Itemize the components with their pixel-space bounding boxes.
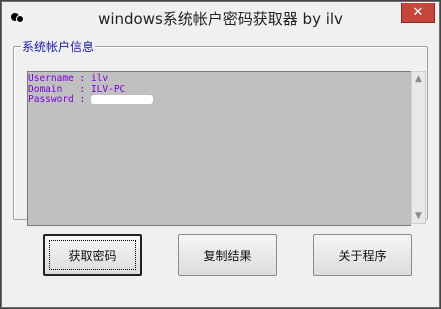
result-textarea[interactable]: Username : ilv Domain : ILV-PC Password …	[27, 71, 411, 226]
vertical-scrollbar[interactable]: ▲ ▼	[411, 71, 426, 224]
result-text: Username : ilv Domain : ILV-PC Password …	[28, 72, 411, 106]
title-bar[interactable]: windows系统帐户密码获取器 by ilv ✕	[2, 2, 439, 32]
account-info-group: 系统帐户信息 Username : ilv Domain : ILV-PC Pa…	[13, 38, 428, 226]
get-password-button[interactable]: 获取密码	[43, 234, 142, 276]
app-window: windows系统帐户密码获取器 by ilv ✕ 系统帐户信息 Usernam…	[0, 0, 441, 309]
chevron-up-icon[interactable]: ▲	[412, 72, 425, 86]
close-button[interactable]: ✕	[401, 3, 435, 23]
about-label: 关于程序	[338, 248, 387, 263]
window-title: windows系统帐户密码获取器 by ilv	[98, 10, 343, 28]
client-area: 系统帐户信息 Username : ilv Domain : ILV-PC Pa…	[2, 32, 439, 307]
chevron-down-icon[interactable]: ▼	[412, 209, 425, 223]
focus-rect	[49, 240, 136, 270]
username-line: Username : ilv	[28, 73, 109, 84]
about-button[interactable]: 关于程序	[313, 234, 412, 276]
password-redaction	[90, 95, 153, 104]
domain-line: Domain : ILV-PC	[28, 83, 126, 95]
password-line: Password :	[28, 94, 153, 105]
group-label: 系统帐户信息	[21, 38, 96, 55]
copy-result-button[interactable]: 复制结果	[178, 234, 277, 276]
close-icon: ✕	[412, 5, 424, 20]
copy-result-label: 复制结果	[203, 248, 252, 263]
